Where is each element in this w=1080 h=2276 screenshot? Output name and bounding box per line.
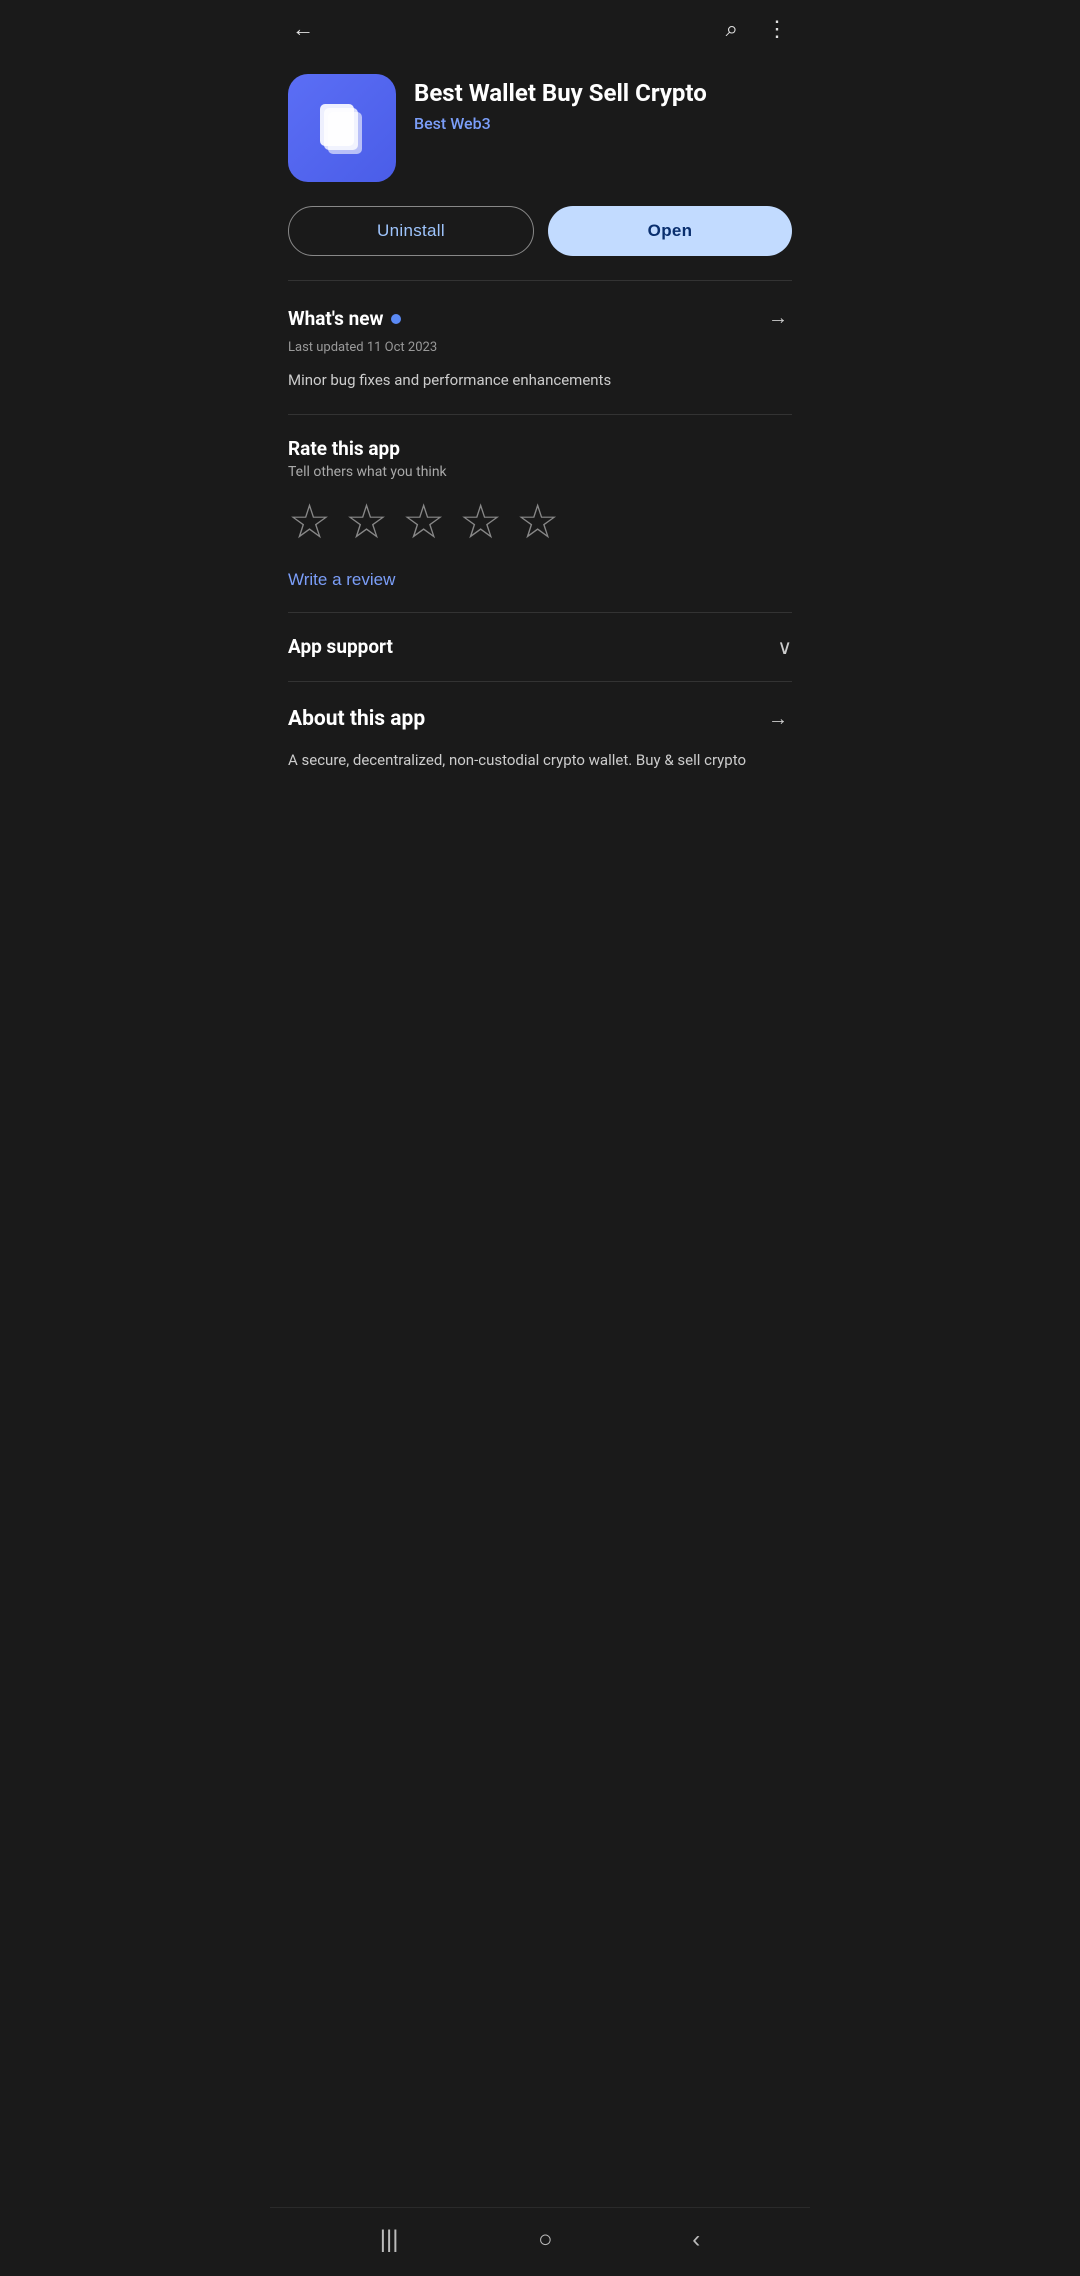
whats-new-date: Last updated 11 Oct 2023 [288, 340, 792, 355]
open-button[interactable]: Open [548, 206, 792, 256]
top-bar: ← ⌕ ⋮ [270, 0, 810, 58]
star-4[interactable]: ☆ [459, 498, 502, 546]
top-bar-right: ⌕ ⋮ [722, 14, 792, 44]
bottom-nav: ||| ○ ‹ [270, 2207, 810, 2276]
whats-new-title: What's new [288, 307, 383, 330]
search-button[interactable]: ⌕ [722, 14, 742, 44]
whats-new-section: What's new → Last updated 11 Oct 2023 Mi… [270, 281, 810, 414]
rate-app-section: Rate this app Tell others what you think… [270, 415, 810, 612]
star-2[interactable]: ☆ [345, 498, 388, 546]
more-options-button[interactable]: ⋮ [762, 14, 792, 44]
action-buttons: Uninstall Open [270, 202, 810, 280]
app-icon-svg [308, 94, 376, 162]
app-title: Best Wallet Buy Sell Crypto [414, 78, 792, 108]
write-review-button[interactable]: Write a review [288, 570, 395, 590]
whats-new-description: Minor bug fixes and performance enhancem… [288, 369, 792, 392]
star-5[interactable]: ☆ [516, 498, 559, 546]
star-3[interactable]: ☆ [402, 498, 445, 546]
rate-app-title: Rate this app [288, 437, 792, 460]
app-developer: Best Web3 [414, 114, 792, 133]
about-app-arrow-button[interactable]: → [764, 704, 792, 735]
about-app-title: About this app [288, 707, 425, 731]
whats-new-arrow-button[interactable]: → [764, 303, 792, 334]
rate-app-subtitle: Tell others what you think [288, 464, 792, 480]
about-app-section: About this app → A secure, decentralized… [270, 682, 810, 782]
recent-apps-button[interactable]: ||| [368, 2222, 411, 2258]
back-nav-button[interactable]: ‹ [680, 2222, 712, 2258]
app-support-section[interactable]: App support ∨ [270, 613, 810, 681]
home-button[interactable]: ○ [526, 2222, 565, 2258]
uninstall-button[interactable]: Uninstall [288, 206, 534, 256]
app-support-title: App support [288, 635, 393, 658]
app-info: Best Wallet Buy Sell Crypto Best Web3 [414, 74, 792, 133]
stars-row: ☆ ☆ ☆ ☆ ☆ [288, 498, 792, 546]
new-indicator-dot [391, 314, 401, 324]
about-app-header: About this app → [288, 704, 792, 735]
chevron-down-icon: ∨ [777, 635, 792, 659]
whats-new-title-row: What's new [288, 307, 401, 330]
back-button[interactable]: ← [288, 14, 318, 44]
app-icon [288, 74, 396, 182]
bottom-spacer [270, 782, 810, 862]
top-bar-left: ← [288, 14, 318, 44]
app-header: Best Wallet Buy Sell Crypto Best Web3 [270, 58, 810, 202]
whats-new-header: What's new → [288, 303, 792, 334]
about-app-description: A secure, decentralized, non-custodial c… [288, 749, 792, 772]
star-1[interactable]: ☆ [288, 498, 331, 546]
